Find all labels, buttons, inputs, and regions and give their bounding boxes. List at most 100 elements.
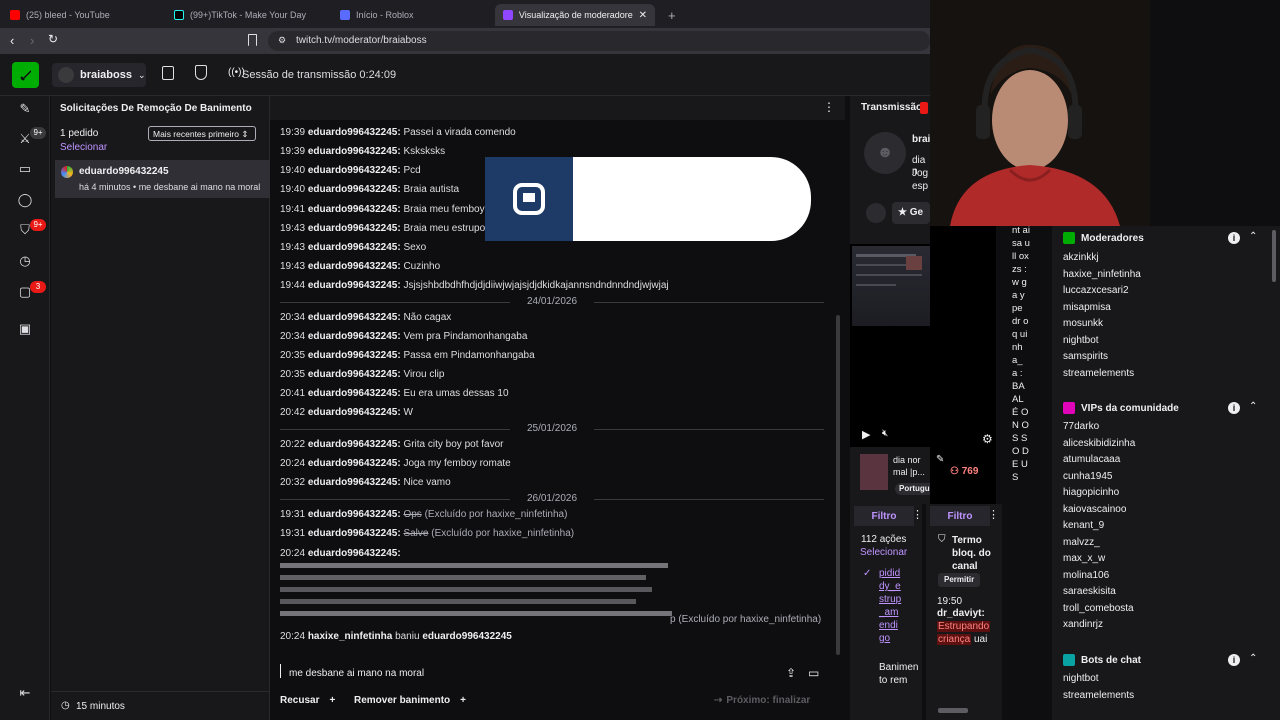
deleted-chat-line: 19:31 eduardo996432245: Ops (Excluído po… [280, 509, 568, 520]
message-input[interactable]: me desbane ai mano na moral [289, 668, 424, 679]
bot-badge-icon [1063, 654, 1075, 666]
list-item[interactable]: aliceskibidizinha [1063, 436, 1135, 453]
list-item[interactable]: malvzz_ [1063, 535, 1135, 552]
mod-sword-icon[interactable] [12, 62, 39, 88]
filter-button[interactable]: Filtro [854, 506, 914, 526]
more-options-icon[interactable]: ⋮ [823, 100, 835, 114]
list-item[interactable]: xandinrjz [1063, 617, 1135, 634]
chevron-up-icon[interactable]: ⌃ [1249, 653, 1257, 664]
comment-icon[interactable]: ▭ [808, 666, 819, 680]
channel-switcher[interactable]: braiaboss ⌄ [52, 63, 146, 87]
next-finalize-button[interactable]: ⇢ Próximo: finalizar [714, 690, 824, 710]
info-icon[interactable]: i [1228, 654, 1240, 666]
list-item[interactable]: saraeskisita [1063, 584, 1135, 601]
shield-icon[interactable] [195, 65, 207, 80]
streamer-avatar[interactable]: ☻ [864, 132, 906, 174]
list-item[interactable]: 77darko [1063, 419, 1135, 436]
request-username: eduardo996432245 [79, 166, 169, 177]
exit-icon[interactable]: ⇤ [14, 682, 36, 704]
message-time: 19:50 [937, 596, 963, 607]
stream-title-line: esp [912, 181, 929, 192]
action-user-link[interactable]: pididdy_estrup_amendigo [879, 567, 903, 645]
activity-icon[interactable]: ◯ [14, 189, 36, 211]
chat-line: 20:35 eduardo996432245: Passa em Pindamo… [280, 350, 535, 361]
list-item[interactable]: mosunkk [1063, 316, 1141, 333]
allow-button[interactable]: Permitir [938, 573, 981, 587]
list-item[interactable]: misapmisa [1063, 300, 1141, 317]
select-link[interactable]: Selecionar [60, 142, 107, 153]
mute-icon[interactable]: 🔇︎ [882, 428, 888, 439]
unban-request-item[interactable]: eduardo996432245 há 4 minutos • me desba… [55, 160, 270, 198]
chevron-up-icon[interactable]: ⌃ [1249, 231, 1257, 242]
info-icon[interactable]: i [1228, 232, 1240, 244]
check-icon: ✓ [863, 568, 872, 579]
browser-tab-tiktok[interactable]: (99+)TikTok - Make Your Day [166, 4, 331, 26]
site-settings-icon[interactable]: ⚙ [278, 35, 286, 46]
chevron-up-icon[interactable]: ⌃ [1249, 401, 1257, 412]
list-item[interactable]: nightbot [1063, 671, 1134, 688]
request-time: há 4 minutos [79, 182, 131, 192]
list-item[interactable]: molina106 [1063, 568, 1135, 585]
chat-line: 19:43 eduardo996432245: Braia meu estrup… [280, 223, 486, 234]
vip-badge-icon [1063, 402, 1075, 414]
play-icon[interactable]: ▶ [862, 428, 870, 441]
list-item[interactable]: hiagopicinho [1063, 485, 1135, 502]
pencil-icon[interactable]: ✎ [14, 98, 36, 120]
list-item[interactable]: kenant_9 [1063, 518, 1135, 535]
chat-scrollbar[interactable] [836, 315, 840, 655]
bookmark-icon[interactable] [248, 34, 257, 46]
vips-list: 77darko aliceskibidizinha atumulacaaa cu… [1063, 419, 1135, 634]
chat-bubble-icon[interactable]: ▭ [14, 158, 36, 180]
action-type: Banimen to rem [879, 662, 919, 686]
list-item[interactable]: atumulacaaa [1063, 452, 1135, 469]
clock-icon[interactable]: ◷ [14, 250, 36, 272]
info-icon[interactable]: i [1228, 402, 1240, 414]
close-tab-icon[interactable]: ✕ [639, 10, 647, 21]
ban-event-line: 20:24 haxixe_ninfetinha baniu eduardo996… [280, 631, 512, 642]
layout-icon[interactable]: ▣ [14, 318, 36, 340]
list-item[interactable]: kaiovascainoo [1063, 502, 1135, 519]
back-icon[interactable]: ‹ [10, 33, 14, 48]
chevron-down-icon: ⌄ [137, 69, 146, 80]
flagged-term: Estrupando [937, 621, 991, 632]
list-item[interactable]: nightbot [1063, 333, 1141, 350]
next-label: Próximo: finalizar [726, 694, 811, 706]
follow-button[interactable]: ★ Ge [892, 202, 930, 224]
list-item[interactable]: akzinkkj [1063, 250, 1141, 267]
small-avatar [866, 203, 886, 223]
list-item[interactable]: samspirits [1063, 349, 1141, 366]
new-tab-button[interactable]: + [660, 4, 680, 26]
blocked-terms-panel: Filtro ⋮ ⛉ Termo bloq. do canal Permitir… [926, 504, 1002, 720]
edit-icon[interactable]: ✎ [936, 454, 944, 465]
list-item[interactable]: luccazxcesari2 [1063, 283, 1141, 300]
section-title: Bots de chat [1081, 654, 1142, 666]
filter-button[interactable]: Filtro [930, 506, 990, 526]
stream-video-player[interactable]: ▶ 🔇︎ ⚙ [850, 244, 987, 447]
url-field[interactable]: ⚙ twitch.tv/moderator/braiaboss [268, 31, 930, 51]
unban-action-bar: me desbane ai mano na moral ⇪ ▭ Recusar +… [270, 660, 845, 720]
list-item[interactable]: streamelements [1063, 688, 1134, 705]
more-options-icon[interactable]: ⋮ [988, 508, 999, 521]
reload-icon[interactable]: ↻ [48, 32, 58, 46]
select-link[interactable]: Selecionar [860, 547, 907, 558]
list-item[interactable]: haxixe_ninfetinha [1063, 267, 1141, 284]
chat-line: 19:40 eduardo996432245: Pcd [280, 165, 421, 176]
settings-icon[interactable]: ⚙ [982, 432, 993, 446]
deny-button[interactable]: Recusar + [280, 690, 335, 710]
community-scrollbar[interactable] [1272, 230, 1276, 282]
unban-button[interactable]: Remover banimento + [354, 690, 466, 710]
list-item[interactable]: cunha1945 [1063, 469, 1135, 486]
sort-select[interactable]: Mais recentes primeiro ⇕ [148, 126, 256, 141]
browser-tab-youtube[interactable]: (25) bleed - YouTube [2, 4, 162, 26]
share-icon[interactable]: ⇪ [786, 666, 796, 680]
horizontal-scrollbar[interactable] [938, 708, 968, 713]
more-options-icon[interactable]: ⋮ [912, 508, 923, 521]
list-item[interactable]: streamelements [1063, 366, 1141, 383]
forward-icon[interactable]: › [30, 33, 34, 48]
stream-thumbnail[interactable] [860, 454, 888, 490]
browser-tab-roblox[interactable]: Início - Roblox [332, 4, 492, 26]
list-item[interactable]: max_x_w [1063, 551, 1135, 568]
list-item[interactable]: troll_comebosta [1063, 601, 1135, 618]
lock-icon[interactable] [162, 66, 174, 80]
browser-tab-twitch[interactable]: Visualização de moderadores de ✕ [495, 4, 655, 26]
